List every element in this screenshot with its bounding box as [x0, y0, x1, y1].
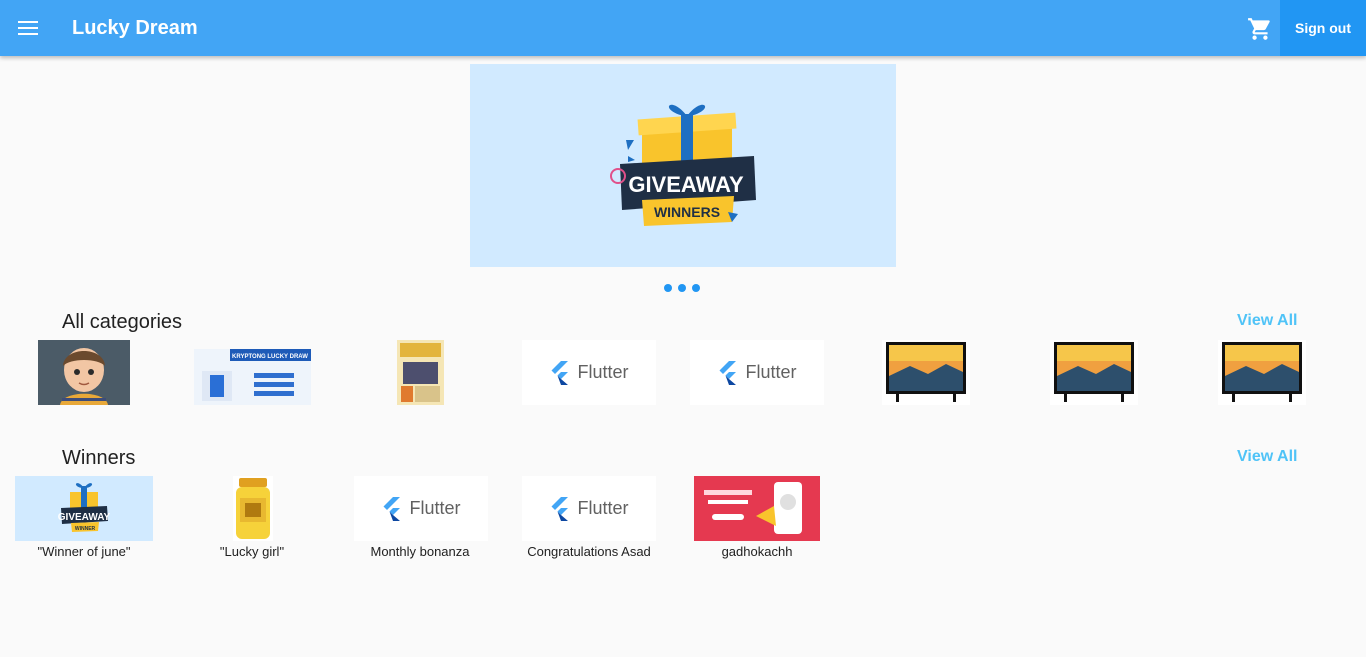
winner-item[interactable]: Flutter: [522, 476, 656, 541]
categories-title: All categories: [62, 311, 183, 333]
categories-view-all-link[interactable]: View All: [1237, 312, 1297, 330]
giveaway-image-text: GIVEAWAY: [58, 512, 111, 523]
category-item[interactable]: [882, 340, 970, 405]
giveaway-image: GIVEAWAY WINNER: [58, 483, 111, 532]
winners-title: Winners: [62, 447, 136, 469]
carousel-dot[interactable]: [692, 284, 700, 292]
flutter-logo-icon: [719, 360, 737, 385]
flutter-logo-icon: [551, 496, 569, 521]
winner-item[interactable]: GIVEAWAY WINNER: [15, 476, 153, 541]
jar-image: [236, 478, 270, 539]
flutter-logo-icon: [383, 496, 401, 521]
shopping-cart-icon[interactable]: [1246, 16, 1274, 42]
poster-image: [397, 340, 444, 405]
giveaway-image-subtext: WINNER: [75, 526, 96, 532]
category-item[interactable]: Flutter: [522, 340, 656, 405]
winner-caption: "Winner of june": [37, 544, 131, 559]
tv-image: [1222, 342, 1302, 402]
promo-image: [694, 476, 820, 541]
carousel-dot[interactable]: [664, 284, 672, 292]
app-bar: Lucky Dream Sign out: [0, 0, 1366, 56]
banner-subline: WINNERS: [654, 204, 720, 220]
flutter-placeholder-label: Flutter: [577, 498, 629, 518]
flutter-placeholder-label: Flutter: [577, 362, 629, 382]
category-item[interactable]: [38, 340, 130, 405]
banner-headline: GIVEAWAY: [628, 172, 744, 197]
category-item[interactable]: [397, 340, 444, 405]
app-title: Lucky Dream: [72, 17, 198, 39]
tv-image: [886, 342, 966, 402]
category-item[interactable]: [1050, 340, 1138, 405]
flutter-placeholder-label: Flutter: [745, 362, 797, 382]
menu-icon[interactable]: [14, 14, 42, 42]
banner-carousel[interactable]: GIVEAWAY WINNERS: [470, 64, 896, 267]
flutter-placeholder-label: Flutter: [409, 498, 461, 518]
tv-image: [1054, 342, 1134, 402]
winner-item[interactable]: Flutter: [354, 476, 488, 541]
winner-item[interactable]: [233, 476, 273, 541]
winner-caption: "Lucky girl": [219, 544, 285, 559]
flutter-logo-icon: [551, 360, 569, 385]
category-item[interactable]: [1218, 340, 1306, 405]
sign-out-button[interactable]: Sign out: [1280, 0, 1366, 56]
winner-caption: Congratulations Asad: [527, 544, 651, 559]
winner-item[interactable]: [694, 476, 820, 541]
winners-view-all-link[interactable]: View All: [1237, 448, 1297, 466]
lucky-draw-banner-image: KRYPTONG LUCKY DRAW: [194, 349, 311, 405]
lucky-draw-text: KRYPTONG LUCKY DRAW: [232, 354, 308, 360]
category-item[interactable]: Flutter: [690, 340, 824, 405]
winner-caption: Monthly bonanza: [370, 544, 470, 559]
giveaway-banner-image: GIVEAWAY WINNERS: [610, 104, 756, 226]
carousel-dot[interactable]: [678, 284, 686, 292]
category-item[interactable]: KRYPTONG LUCKY DRAW: [194, 349, 311, 405]
carousel-indicator: [664, 284, 700, 292]
cartoon-boy-image: [38, 340, 130, 405]
winner-caption: gadhokachh: [721, 544, 793, 559]
